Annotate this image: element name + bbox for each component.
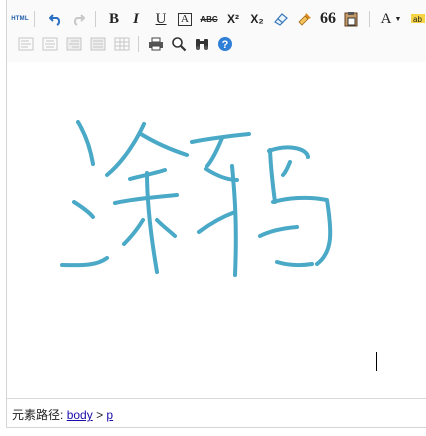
justify-center-button[interactable]: [39, 33, 61, 55]
help-icon: ?: [218, 37, 232, 51]
editor-content-area[interactable]: [7, 62, 426, 398]
drawing-stroke: [60, 256, 109, 268]
toolbar-row-2: ?: [7, 33, 426, 57]
font-border-label: A: [178, 12, 192, 26]
drawing-stroke: [72, 200, 95, 219]
path-link-p[interactable]: p: [106, 408, 113, 422]
superscript-label: X²: [227, 12, 239, 26]
underline-button[interactable]: U: [150, 8, 172, 30]
italic-label: I: [133, 10, 139, 27]
drawing-stroke: [155, 218, 177, 238]
eraser-button[interactable]: [270, 8, 292, 30]
justify-center-icon: [42, 37, 58, 51]
help-button[interactable]: ?: [214, 33, 236, 55]
svg-text:ab: ab: [413, 15, 422, 24]
paste-plain-icon: [344, 12, 358, 27]
underline-label: U: [155, 10, 167, 27]
magnifier-icon: [172, 37, 187, 52]
highlight-button[interactable]: ab: [409, 8, 426, 30]
justify-right-button[interactable]: [63, 33, 85, 55]
path-separator: >: [96, 408, 104, 422]
drawing-stroke: [76, 120, 95, 166]
table-icon: [114, 37, 130, 51]
drawing-stroke: [275, 260, 314, 268]
element-path-label: 元素路径:: [12, 408, 64, 422]
font-border-button[interactable]: A: [174, 8, 196, 30]
paste-plain-button[interactable]: [340, 8, 362, 30]
justify-full-button[interactable]: [87, 33, 109, 55]
scribble-drawing: [60, 120, 333, 277]
redo-icon: [73, 14, 85, 26]
drawing-stroke: [197, 210, 237, 234]
svg-text:?: ?: [222, 39, 229, 51]
print-button[interactable]: [145, 33, 167, 55]
editor-toolbar: HTML B I U A ABC X² X₂ 66 A ▼ ab ?: [7, 0, 426, 63]
subscript-label: X₂: [250, 12, 264, 26]
bold-label: B: [108, 10, 119, 27]
font-color-label: A: [380, 10, 392, 27]
search-replace-button[interactable]: [191, 33, 213, 55]
justify-full-icon: [90, 37, 106, 51]
rich-text-editor: HTML B I U A ABC X² X₂ 66 A ▼ ab ? 元素路径:…: [6, 0, 426, 428]
drawing-stroke: [267, 145, 310, 159]
superscript-button[interactable]: X²: [222, 8, 244, 30]
undo-icon: [49, 14, 61, 26]
drawing-stroke: [258, 225, 299, 238]
preview-button[interactable]: [168, 33, 190, 55]
toolbar-separator: [369, 11, 370, 27]
toolbar-separator: [95, 11, 96, 27]
print-icon: [149, 37, 163, 51]
html-label: HTML: [11, 16, 29, 22]
justify-left-icon: [18, 37, 34, 51]
text-cursor: [376, 352, 377, 371]
redo-button[interactable]: [67, 8, 89, 30]
quote-label: 66: [320, 10, 336, 27]
drawing-stroke: [230, 164, 238, 277]
font-color-button[interactable]: A ▼: [377, 8, 405, 30]
blockquote-button[interactable]: 66: [317, 8, 339, 30]
chevron-down-icon: ▼: [394, 15, 402, 23]
undo-button[interactable]: [45, 8, 67, 30]
table-button[interactable]: [111, 33, 133, 55]
drawing-stroke: [145, 171, 159, 274]
path-link-body[interactable]: body: [67, 408, 93, 422]
drawing-stroke: [122, 218, 145, 246]
justify-left-button[interactable]: [15, 33, 37, 55]
strikethrough-label: ABC: [200, 14, 218, 24]
drawing-stroke: [281, 160, 292, 177]
toolbar-separator: [138, 36, 139, 52]
italic-button[interactable]: I: [125, 8, 147, 30]
binoculars-icon: [196, 39, 208, 50]
drawing-stroke: [205, 136, 224, 168]
drawing-stroke: [139, 132, 189, 157]
highlight-icon: ab: [411, 14, 425, 24]
format-brush-icon: [298, 13, 311, 26]
eraser-icon: [274, 13, 288, 26]
subscript-button[interactable]: X₂: [246, 8, 268, 30]
element-path-bar: 元素路径: body > p: [7, 398, 426, 428]
source-html-button[interactable]: HTML: [9, 8, 31, 30]
toolbar-separator: [34, 11, 35, 27]
bold-button[interactable]: B: [103, 8, 125, 30]
drawing-stroke: [105, 122, 146, 177]
drawing-stroke: [268, 148, 277, 204]
strikethrough-button[interactable]: ABC: [198, 8, 220, 30]
toolbar-row-1: HTML B I U A ABC X² X₂ 66 A ▼ ab: [7, 8, 426, 32]
justify-right-icon: [66, 37, 82, 51]
format-brush-button[interactable]: [294, 8, 316, 30]
